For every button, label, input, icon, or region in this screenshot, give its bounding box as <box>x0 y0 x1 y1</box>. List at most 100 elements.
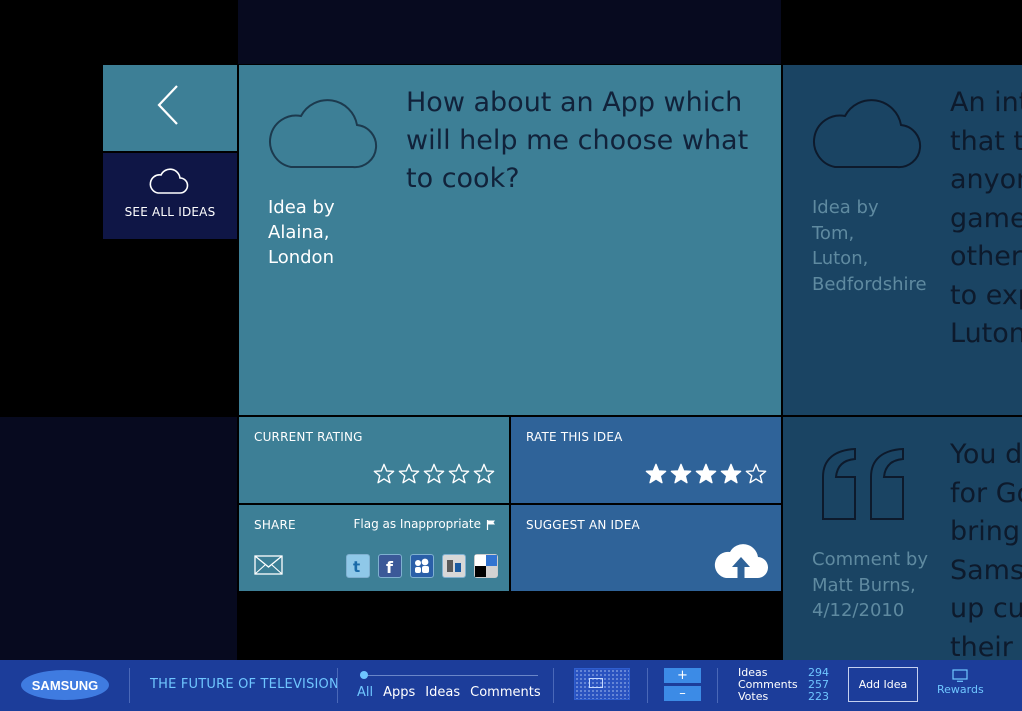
idea-text: An int that t anyon games other to exp L… <box>950 84 1022 354</box>
filter-tabs: All Apps Ideas Comments <box>357 685 541 700</box>
quote-icon <box>822 447 904 520</box>
see-all-ideas-button[interactable]: SEE ALL IDEAS <box>103 153 237 239</box>
author-location: Luton, <box>812 248 869 269</box>
votes-count: 223 <box>808 690 829 703</box>
cloud-icon <box>813 99 922 169</box>
empty-tile-top <box>238 0 781 64</box>
filter-tab-comments[interactable]: Comments <box>470 685 540 700</box>
comment-author: Comment by Matt Burns, 4/12/2010 <box>812 547 932 624</box>
divider <box>337 668 338 703</box>
bottom-bar: SAMSUNG THE FUTURE OF TELEVISION All Apps… <box>0 660 1022 711</box>
rewards-label: Rewards <box>937 683 984 696</box>
divider <box>129 668 130 703</box>
zoom-out-button[interactable]: – <box>664 686 701 701</box>
zoom-in-button[interactable]: + <box>664 668 701 683</box>
star-filled-icon[interactable] <box>720 463 742 485</box>
rate-idea-panel: RATE THIS IDEA <box>511 417 781 503</box>
idea-text-line: other <box>950 241 1022 272</box>
share-label: SHARE <box>254 518 296 532</box>
tagline: THE FUTURE OF TELEVISION <box>150 677 339 692</box>
idea-text-line: that t <box>950 125 1022 157</box>
star-filled-icon[interactable] <box>670 463 692 485</box>
delicious-icon[interactable] <box>474 554 498 578</box>
suggest-idea-button[interactable]: SUGGEST AN IDEA <box>511 505 781 591</box>
share-panel: SHARE Flag as Inappropriate t f <box>239 505 509 591</box>
minimap-viewport[interactable] <box>589 678 603 688</box>
author-name: Tom, <box>812 222 855 244</box>
idea-text-line: anyon <box>950 164 1022 195</box>
author-prefix: Comment by <box>812 549 928 570</box>
stats-values: 294 257 223 <box>808 667 829 703</box>
cloud-upload-icon <box>714 544 768 579</box>
digg-icon[interactable] <box>442 554 466 578</box>
see-all-ideas-label: SEE ALL IDEAS <box>124 205 216 219</box>
tv-icon <box>952 669 968 682</box>
author-prefix: Idea by <box>268 197 335 218</box>
current-rating-label: CURRENT RATING <box>254 430 363 444</box>
twitter-icon[interactable]: t <box>346 554 370 578</box>
comment-text-line: for Go <box>950 477 1022 509</box>
star-filled-icon[interactable] <box>695 463 717 485</box>
social-share-icons: t f <box>346 554 498 578</box>
idea-card-main[interactable]: Idea by Alaina, London How about an App … <box>239 65 781 415</box>
svg-text:t: t <box>353 558 360 576</box>
idea-text-line: games <box>950 202 1022 234</box>
facebook-icon[interactable]: f <box>378 554 402 578</box>
myspace-icon[interactable] <box>410 554 434 578</box>
idea-text-line: An int <box>950 87 1022 118</box>
idea-text-line: Luton <box>950 318 1022 349</box>
divider <box>553 668 554 703</box>
filter-tab-apps[interactable]: Apps <box>383 685 415 700</box>
empty-tile-left <box>0 417 237 660</box>
comment-text-line: You d <box>950 439 1022 470</box>
back-button[interactable] <box>103 65 237 151</box>
filter-tab-all[interactable]: All <box>357 685 373 700</box>
star-outline-icon[interactable] <box>745 463 767 485</box>
votes-label: Votes <box>738 690 769 703</box>
idea-author: Idea by Alaina, London <box>268 195 378 270</box>
cloud-icon <box>149 168 189 194</box>
comment-text-line: their <box>950 631 1013 661</box>
star-outline-icon <box>423 463 445 484</box>
chevron-left-icon <box>157 85 178 125</box>
star-outline-icon <box>373 463 395 484</box>
filter-slider-knob[interactable] <box>360 671 368 679</box>
samsung-logo: SAMSUNG <box>21 670 109 700</box>
rate-idea-stars[interactable] <box>645 463 767 485</box>
suggest-idea-label: SUGGEST AN IDEA <box>526 518 640 532</box>
comment-text-line: Samsu <box>950 554 1022 586</box>
star-outline-icon <box>448 463 470 484</box>
comment-date: 4/12/2010 <box>812 600 905 621</box>
svg-text:f: f <box>386 558 394 577</box>
flag-inappropriate-link[interactable]: Flag as Inappropriate <box>353 517 496 531</box>
star-outline-icon <box>473 463 495 484</box>
star-outline-icon <box>398 463 420 484</box>
idea-text-line: to exp <box>950 279 1022 311</box>
comment-card[interactable]: Comment by Matt Burns, 4/12/2010 You d f… <box>783 417 1022 660</box>
idea-card-next[interactable]: Idea by Tom, Luton, Bedfordshire An int … <box>783 65 1022 415</box>
author-location: Bedfordshire <box>812 273 927 295</box>
author-name: Matt Burns, <box>812 574 916 596</box>
comment-text-line: bring <box>950 516 1020 547</box>
stats-labels: Ideas Comments Votes <box>738 667 798 703</box>
filter-slider-track[interactable] <box>360 675 538 676</box>
divider <box>647 668 648 703</box>
idea-author: Idea by Tom, Luton, Bedfordshire <box>812 195 937 297</box>
comment-text: You d for Go bring Samsu up cu their <box>950 436 1022 660</box>
flag-inappropriate-label: Flag as Inappropriate <box>353 517 481 531</box>
minimap[interactable] <box>574 668 630 700</box>
current-rating-stars <box>373 463 495 485</box>
mail-icon[interactable] <box>254 555 283 575</box>
idea-question: How about an App which will help me choo… <box>406 87 749 194</box>
star-filled-icon[interactable] <box>645 463 667 485</box>
author-name: Alaina, <box>268 222 330 243</box>
author-location: London <box>268 247 334 268</box>
author-prefix: Idea by <box>812 197 879 218</box>
cloud-icon <box>269 99 378 169</box>
rewards-button[interactable]: Rewards <box>937 669 984 696</box>
comment-text-line: up cu <box>950 593 1022 624</box>
add-idea-button[interactable]: Add Idea <box>848 667 918 702</box>
filter-tab-ideas[interactable]: Ideas <box>425 685 460 700</box>
flag-icon <box>486 519 495 530</box>
logo-text: SAMSUNG <box>32 678 98 693</box>
